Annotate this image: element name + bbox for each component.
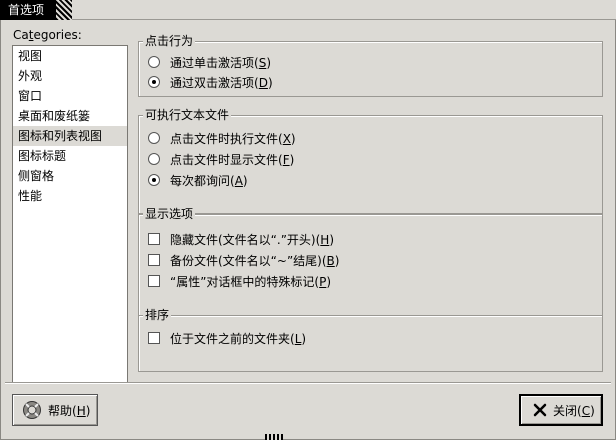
window-title: 首选项 — [0, 0, 73, 20]
display-options-group: 显示选项 隐藏文件(文件名以“.”开头)(H) 备份文件(文件名以“~”结尾)(… — [138, 206, 603, 317]
run-executable-option[interactable]: 点击文件时执行文件(X) — [148, 128, 296, 148]
run-executable-radio[interactable] — [148, 132, 160, 144]
view-executable-label: 点击文件时显示文件(F) — [170, 152, 295, 167]
view-executable-radio[interactable] — [148, 153, 160, 165]
special-flags-option[interactable]: “属性”对话框中的特殊标记(P) — [148, 271, 331, 291]
folders-first-checkbox[interactable] — [148, 332, 160, 344]
ask-each-time-option[interactable]: 每次都询问(A) — [148, 170, 248, 190]
categories-list[interactable]: 视图 外观 窗口 桌面和废纸篓 图标和列表视图 图标标题 侧窗格 性能 — [12, 45, 128, 383]
double-click-option[interactable]: 通过双击激活项(D) — [148, 72, 273, 92]
category-item-view[interactable]: 视图 — [13, 46, 127, 66]
double-click-radio[interactable] — [148, 76, 160, 88]
category-item-performance[interactable]: 性能 — [13, 186, 127, 206]
category-item-desktop-trash[interactable]: 桌面和废纸篓 — [13, 106, 127, 126]
run-executable-label: 点击文件时执行文件(X) — [170, 131, 296, 146]
close-button-label: 关闭(C) — [553, 403, 595, 418]
title-bar[interactable]: 首选项 — [0, 0, 616, 20]
category-item-icon-captions[interactable]: 图标标题 — [13, 146, 127, 166]
show-backup-option[interactable]: 备份文件(文件名以“~”结尾)(B) — [148, 250, 339, 270]
folders-first-label: 位于文件之前的文件夹(L) — [170, 331, 307, 346]
preferences-window: Categories: 视图 外观 窗口 桌面和废纸篓 图标和列表视图 图标标题… — [0, 20, 616, 440]
sort-group: 排序 位于文件之前的文件夹(L) — [138, 307, 603, 372]
help-button[interactable]: 帮助(H) — [12, 394, 98, 426]
window-resize-grip[interactable] — [265, 434, 283, 440]
single-click-option[interactable]: 通过单击激活项(S) — [148, 52, 271, 72]
category-item-appearance[interactable]: 外观 — [13, 66, 127, 86]
button-separator — [5, 382, 611, 384]
category-item-windows[interactable]: 窗口 — [13, 86, 127, 106]
special-flags-checkbox[interactable] — [148, 275, 160, 287]
executable-files-title: 可执行文本文件 — [143, 107, 232, 123]
categories-label: Categories: — [13, 28, 82, 42]
close-button[interactable]: 关闭(C) — [519, 394, 603, 426]
close-x-icon — [533, 403, 547, 417]
executable-files-group: 可执行文本文件 点击文件时执行文件(X) 点击文件时显示文件(F) 每次都询问(… — [138, 107, 603, 214]
show-hidden-label: 隐藏文件(文件名以“.”开头)(H) — [170, 232, 335, 247]
folders-first-option[interactable]: 位于文件之前的文件夹(L) — [148, 328, 306, 348]
single-click-radio[interactable] — [148, 56, 160, 68]
view-executable-option[interactable]: 点击文件时显示文件(F) — [148, 149, 294, 169]
click-behavior-title: 点击行为 — [143, 33, 196, 49]
single-click-label: 通过单击激活项(S) — [170, 55, 271, 70]
display-options-title: 显示选项 — [143, 206, 196, 222]
category-item-icon-list-views[interactable]: 图标和列表视图 — [13, 126, 127, 146]
double-click-label: 通过双击激活项(D) — [170, 75, 273, 90]
ask-each-time-radio[interactable] — [148, 174, 160, 186]
category-item-side-pane[interactable]: 侧窗格 — [13, 166, 127, 186]
click-behavior-group: 点击行为 通过单击激活项(S) 通过双击激活项(D) — [138, 33, 603, 97]
sort-title: 排序 — [143, 307, 172, 323]
show-hidden-checkbox[interactable] — [148, 233, 160, 245]
show-backup-label: 备份文件(文件名以“~”结尾)(B) — [170, 253, 340, 268]
show-backup-checkbox[interactable] — [148, 254, 160, 266]
ask-each-time-label: 每次都询问(A) — [170, 173, 248, 188]
help-button-label: 帮助(H) — [48, 403, 91, 418]
show-hidden-option[interactable]: 隐藏文件(文件名以“.”开头)(H) — [148, 229, 334, 249]
special-flags-label: “属性”对话框中的特殊标记(P) — [170, 274, 332, 289]
help-lifebuoy-icon — [22, 400, 42, 420]
